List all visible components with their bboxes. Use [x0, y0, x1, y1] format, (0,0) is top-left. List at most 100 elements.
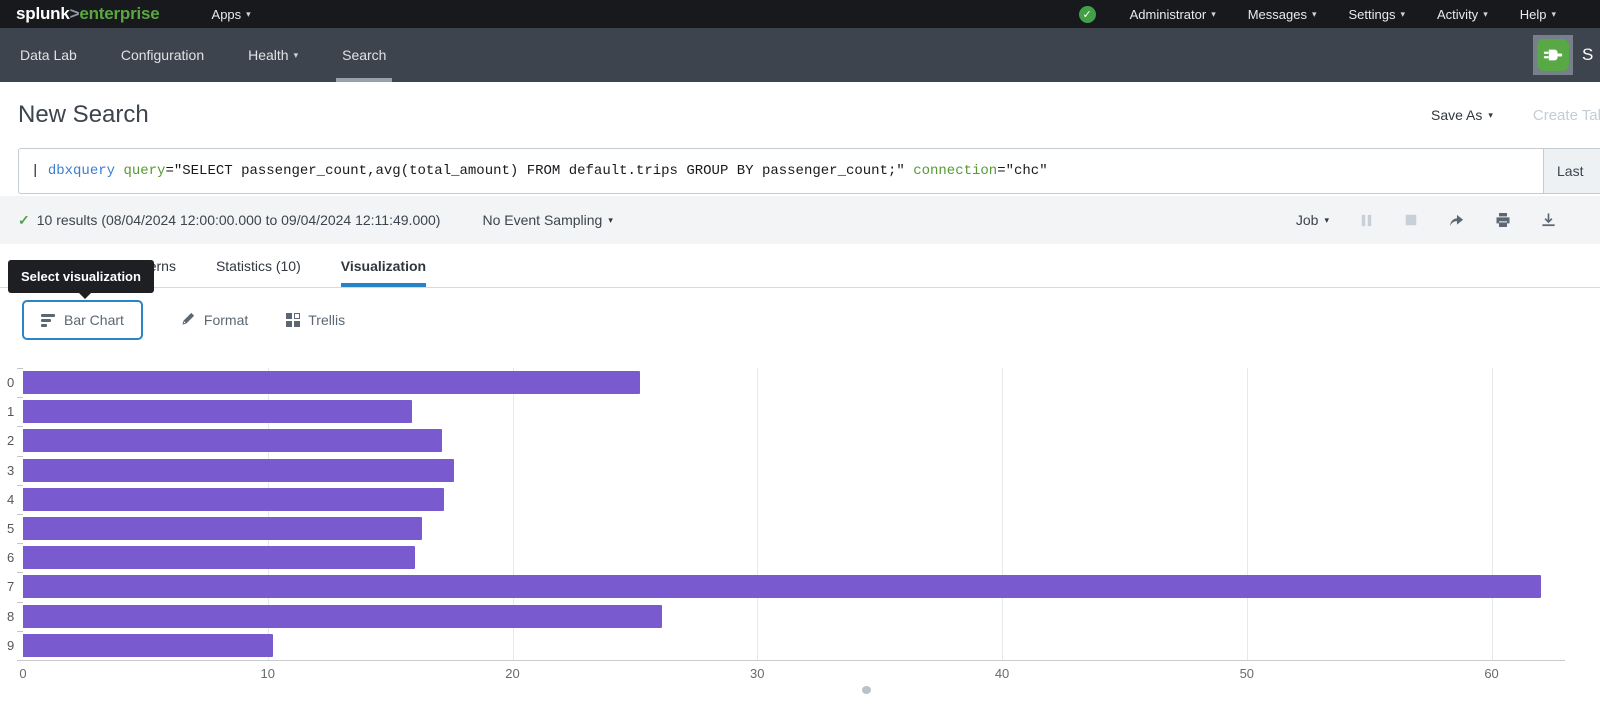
y-tick-label: 1: [7, 404, 14, 419]
chart-row: 5: [23, 514, 1565, 543]
plot-area: 0123456789: [23, 368, 1565, 661]
scroll-indicator-dot: [862, 686, 871, 694]
chevron-down-icon: ▾: [294, 50, 299, 61]
job-done-check-icon: ✓: [18, 212, 30, 229]
bar-passenger-count-4[interactable]: [23, 488, 444, 511]
chart-type-picker-button[interactable]: Bar Chart: [22, 300, 143, 340]
nav-item-label: Health: [248, 47, 288, 63]
nav-item-health[interactable]: Health ▾: [248, 28, 298, 82]
chart-row: 8: [23, 602, 1565, 631]
chevron-down-icon: ▾: [1400, 9, 1405, 20]
search-query-input[interactable]: | dbxquery query="SELECT passenger_count…: [19, 163, 1048, 179]
x-tick-label: 10: [261, 666, 275, 681]
tab-visualization[interactable]: Visualization: [341, 244, 426, 287]
chart-row: 9: [23, 631, 1565, 660]
bar-chart-icon: [41, 314, 55, 327]
bar-passenger-count-8[interactable]: [23, 605, 662, 628]
time-range-label: Last: [1557, 163, 1583, 179]
topbar-menu-help[interactable]: Help ▾: [1520, 7, 1556, 22]
bar-passenger-count-7[interactable]: [23, 575, 1541, 598]
page-title: New Search: [18, 101, 149, 129]
job-menu[interactable]: Job ▾: [1296, 212, 1329, 228]
export-icon[interactable]: [1541, 212, 1556, 228]
x-tick-label: 60: [1484, 666, 1498, 681]
chevron-down-icon: ▾: [1551, 9, 1556, 20]
trellis-icon: [286, 313, 300, 327]
stop-icon[interactable]: [1404, 213, 1418, 227]
results-tabs: Events (0)PatternsStatistics (10)Visuali…: [0, 244, 1600, 288]
y-tick-label: 8: [7, 609, 14, 624]
nav-item-data-lab[interactable]: Data Lab: [20, 28, 77, 82]
topbar-menu-label: Activity: [1437, 7, 1478, 22]
x-tick-label: 30: [750, 666, 764, 681]
bar-chart-panel: 0123456789 0102030405060: [0, 368, 1600, 708]
spl-command: dbxquery: [48, 163, 115, 179]
nav-item-label: Search: [342, 47, 386, 63]
topbar-menu-administrator[interactable]: Administrator ▾: [1130, 7, 1216, 22]
chart-row: 2: [23, 426, 1565, 455]
bar-passenger-count-0[interactable]: [23, 371, 640, 394]
bar-passenger-count-1[interactable]: [23, 400, 412, 423]
spl-arg-key: query: [123, 163, 165, 179]
chart-row: 3: [23, 456, 1565, 485]
chevron-down-icon: ▾: [1483, 9, 1488, 20]
chevron-down-icon: ▾: [1211, 9, 1216, 20]
print-icon[interactable]: [1495, 212, 1511, 228]
bar-passenger-count-3[interactable]: [23, 459, 454, 482]
chevron-down-icon: ▾: [246, 9, 251, 20]
app-nav-bar: Data Lab Configuration Health ▾ Search S: [0, 28, 1600, 82]
select-visualization-tooltip: Select visualization: [8, 260, 154, 293]
chevron-down-icon: ▾: [1488, 110, 1493, 121]
topbar-menu-settings[interactable]: Settings▾: [1349, 7, 1406, 22]
y-tick-label: 2: [7, 433, 14, 448]
bar-passenger-count-9[interactable]: [23, 634, 273, 657]
top-bar: splunk>enterprise Apps ▾ ✓ Administrator…: [0, 0, 1600, 28]
trellis-button[interactable]: Trellis: [286, 312, 345, 328]
page-header: New Search Save As ▾ Create Tab: [0, 82, 1600, 148]
nav-item-configuration[interactable]: Configuration: [121, 28, 204, 82]
create-table-view-button[interactable]: Create Tab: [1533, 107, 1600, 124]
y-tick-label: 3: [7, 463, 14, 478]
bar-passenger-count-6[interactable]: [23, 546, 415, 569]
apps-menu[interactable]: Apps ▾: [212, 7, 251, 22]
format-button[interactable]: Format: [181, 311, 248, 329]
topbar-menu-label: Messages: [1248, 7, 1307, 22]
topbar-menu-label: Administrator: [1130, 7, 1207, 22]
job-menu-label: Job: [1296, 212, 1319, 228]
save-as-button[interactable]: Save As ▾: [1431, 107, 1493, 123]
nav-item-label: Data Lab: [20, 47, 77, 63]
pause-icon[interactable]: [1359, 213, 1374, 228]
topbar-menu-activity[interactable]: Activity ▾: [1437, 7, 1488, 22]
save-as-label: Save As: [1431, 107, 1482, 123]
topbar-menu-label: Help: [1520, 7, 1547, 22]
splunk-logo[interactable]: splunk>enterprise: [16, 4, 160, 24]
trellis-label: Trellis: [308, 312, 345, 328]
event-sampling-menu[interactable]: No Event Sampling ▾: [482, 212, 612, 228]
topbar-right-menus: ✓ Administrator▾Messages▾Settings▾Activi…: [1079, 6, 1600, 23]
bar-passenger-count-5[interactable]: [23, 517, 422, 540]
app-icon-box: [1533, 35, 1573, 75]
event-sampling-label: No Event Sampling: [482, 212, 602, 228]
y-tick-label: 5: [7, 521, 14, 536]
results-summary: 10 results (08/04/2024 12:00:00.000 to 0…: [37, 212, 441, 228]
spl-arg-key: connection: [913, 163, 997, 179]
app-name-partial: S: [1582, 45, 1600, 65]
bar-passenger-count-2[interactable]: [23, 429, 442, 452]
x-tick-label: 20: [505, 666, 519, 681]
x-tick-label: 40: [995, 666, 1009, 681]
y-tick-label: 0: [7, 375, 14, 390]
health-status-ok-icon[interactable]: ✓: [1079, 6, 1096, 23]
chart-row: 0: [23, 368, 1565, 397]
tab-statistics-10[interactable]: Statistics (10): [216, 244, 301, 287]
time-range-picker[interactable]: Last: [1543, 149, 1600, 193]
job-status-bar: ✓ 10 results (08/04/2024 12:00:00.000 to…: [0, 196, 1600, 244]
share-icon[interactable]: [1448, 213, 1465, 228]
nav-item-label: Configuration: [121, 47, 204, 63]
nav-item-search[interactable]: Search: [342, 28, 386, 82]
topbar-menu-messages[interactable]: Messages ▾: [1248, 7, 1317, 22]
x-tick-label: 50: [1240, 666, 1254, 681]
chevron-down-icon: ▾: [608, 215, 613, 226]
y-tick-label: 7: [7, 579, 14, 594]
search-bar[interactable]: | dbxquery query="SELECT passenger_count…: [18, 148, 1600, 194]
chevron-down-icon: ▾: [1312, 9, 1317, 20]
